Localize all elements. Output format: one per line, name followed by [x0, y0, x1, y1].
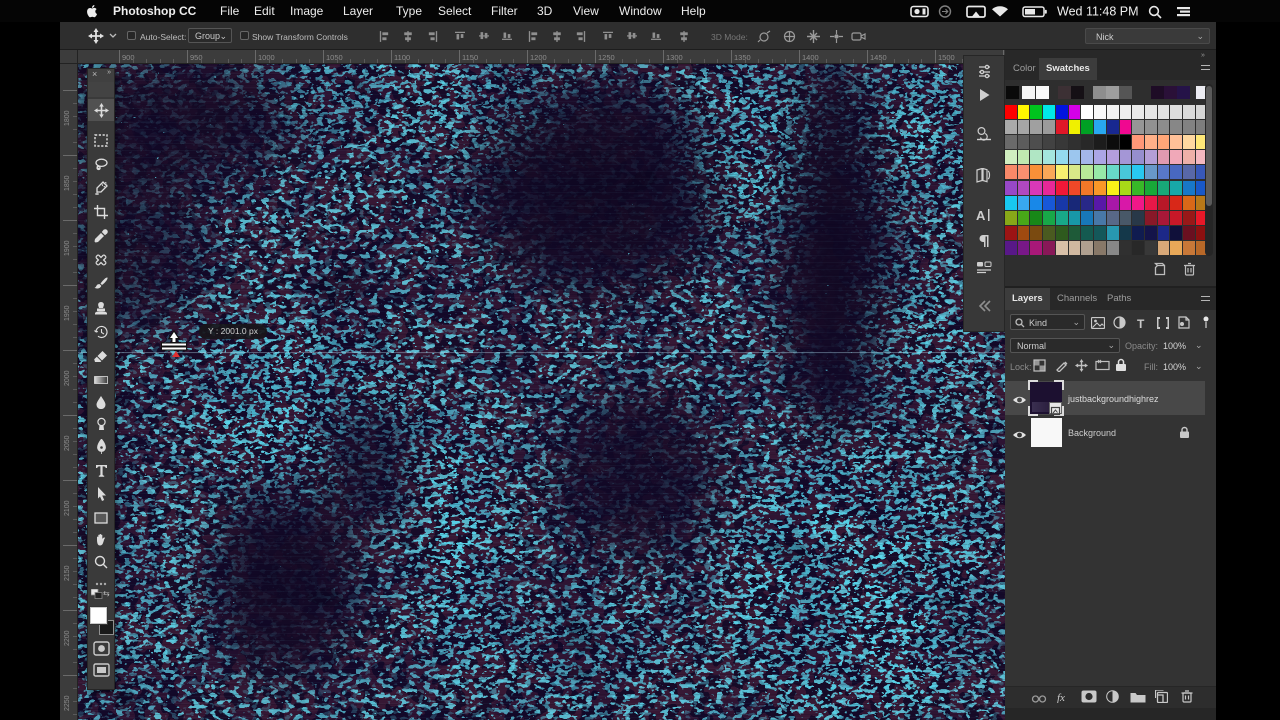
svg-text:fx: fx — [1057, 692, 1065, 703]
svg-text:A: A — [976, 208, 986, 222]
svg-text:T: T — [1137, 317, 1145, 329]
svg-text:Wed 11:48 PM: Wed 11:48 PM — [1057, 5, 1139, 19]
